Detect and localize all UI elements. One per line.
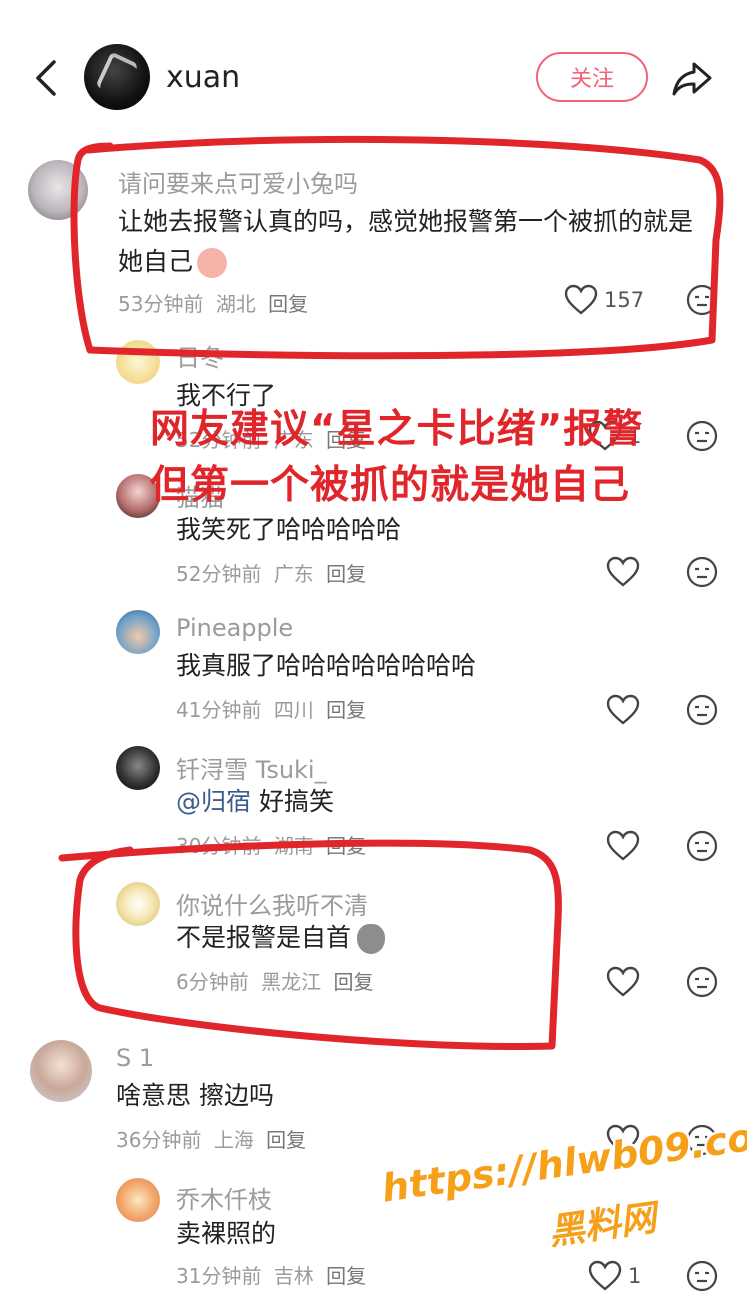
comment-text: 卖裸照的 [176,1219,277,1248]
comment-region: 广东 [273,562,314,586]
user-avatar[interactable] [116,746,160,790]
comment-item: 钎浔雪 Tsuki_ @归宿 好搞笑 30分钟前 湖南 回复 [0,746,747,876]
user-avatar[interactable] [30,1040,92,1102]
emoji-reaction-icon[interactable] [686,284,718,316]
like-count: 157 [604,288,645,312]
comment-time: 36分钟前 [116,1128,202,1152]
comment-region: 上海 [213,1128,254,1152]
comment-text-line: 让她去报警认真的吗，感觉她报警第一个被抓的就是 [118,207,694,236]
user-avatar[interactable] [116,340,160,384]
comment-username[interactable]: 请问要来点可爱小兔吗 [118,164,358,199]
comment-item: Pineapple 我真服了哈哈哈哈哈哈哈哈 41分钟前 四川 回复 [0,610,747,740]
emoji-reaction-icon[interactable] [686,830,718,862]
comment-text-line: 她自己 [118,242,228,282]
heart-icon[interactable] [588,1260,622,1292]
user-avatar[interactable] [116,1178,160,1222]
comment-meta: 53分钟前 湖北 回复 [118,288,314,317]
comment-region: 吉林 [273,1264,314,1288]
comment-region: 黑龙江 [261,970,322,994]
crying-emoji-icon [197,248,228,278]
heart-icon[interactable] [564,284,598,316]
comment-region: 湖北 [215,292,256,316]
comment-time: 52分钟前 [176,562,262,586]
reply-button[interactable]: 回复 [326,698,366,722]
comment-meta: 6分钟前 黑龙江 回复 [176,966,379,995]
emoji-reaction-icon[interactable] [686,1260,718,1292]
comment-username[interactable]: 日冬 [176,338,224,373]
follow-button[interactable]: 关注 [536,52,648,102]
back-arrow-icon[interactable] [30,58,64,98]
comment-meta: 52分钟前 广东 回复 [176,558,372,587]
annotation-caption-line2: 但第一个被抓的就是她自己 [150,463,631,508]
comment-time: 6分钟前 [176,970,249,994]
mention-link[interactable]: @归宿 [176,787,251,816]
comment-meta: 36分钟前 上海 回复 [116,1124,312,1153]
comment-meta: 41分钟前 四川 回复 [176,694,372,723]
comment-text: 啥意思 擦边吗 [116,1081,274,1110]
comment-username[interactable]: S 1 [116,1044,154,1072]
reply-button[interactable]: 回复 [326,1264,366,1288]
user-avatar[interactable] [28,160,88,220]
comment-time: 53分钟前 [118,292,204,316]
top-bar: xuan 关注 [0,0,747,150]
comment-text-body: 好搞笑 [258,787,334,816]
emoji-reaction-icon[interactable] [686,420,718,452]
comment-item: 请问要来点可爱小兔吗 让她去报警认真的吗，感觉她报警第一个被抓的就是 她自己 5… [0,150,747,345]
user-avatar[interactable] [116,882,160,926]
comment-time: 41分钟前 [176,698,262,722]
comment-item: 你说什么我听不清 不是报警是自首 6分钟前 黑龙江 回复 [0,882,747,1012]
like-count: 1 [628,1264,642,1288]
comment-meta: 31分钟前 吉林 回复 [176,1260,372,1289]
reply-button[interactable]: 回复 [326,562,366,586]
reply-button[interactable]: 回复 [333,970,373,994]
heart-icon[interactable] [606,966,640,998]
reply-button[interactable]: 回复 [326,834,366,858]
heart-icon[interactable] [606,830,640,862]
comment-username[interactable]: 钎浔雪 Tsuki_ [176,750,327,785]
comment-username[interactable]: 乔木仟枝 [176,1180,272,1215]
annotation-caption-line1: 网友建议“星之卡比绪”报警 [150,407,644,452]
comment-text: 不是报警是自首 [176,918,386,958]
comment-text: @归宿 好搞笑 [176,782,334,822]
comment-region: 湖南 [273,834,314,858]
author-username[interactable]: xuan [166,60,240,95]
comment-region: 四川 [273,698,314,722]
reply-button[interactable]: 回复 [266,1128,306,1152]
money-bag-emoji-icon [357,924,386,954]
heart-icon[interactable] [606,556,640,588]
user-avatar[interactable] [116,610,160,654]
comment-text: 我真服了哈哈哈哈哈哈哈哈 [176,651,477,680]
heart-icon[interactable] [606,694,640,726]
author-avatar[interactable] [84,44,150,110]
comment-username[interactable]: 你说什么我听不清 [176,886,368,921]
comment-text: 我笑死了哈哈哈哈哈 [176,515,402,544]
comment-meta: 30分钟前 湖南 回复 [176,830,372,859]
comment-time: 30分钟前 [176,834,262,858]
comment-username[interactable]: Pineapple [176,614,293,642]
emoji-reaction-icon[interactable] [686,556,718,588]
comment-time: 31分钟前 [176,1264,262,1288]
reply-button[interactable]: 回复 [268,292,308,316]
share-icon[interactable] [670,56,714,100]
emoji-reaction-icon[interactable] [686,694,718,726]
emoji-reaction-icon[interactable] [686,966,718,998]
